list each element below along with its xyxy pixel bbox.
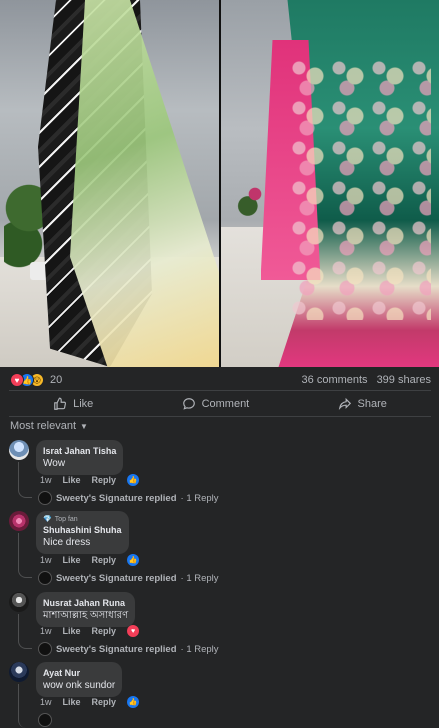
comment-meta: 1w Like Reply 👍 bbox=[40, 554, 140, 566]
reaction-icons[interactable]: ♥ 👍 😮 bbox=[10, 373, 44, 387]
share-label: Share bbox=[357, 398, 387, 410]
comment-sort-dropdown[interactable]: Most relevant ▼ bbox=[10, 420, 88, 432]
comment-reply-button[interactable]: Reply bbox=[92, 697, 117, 707]
avatar bbox=[38, 491, 52, 505]
comment-bubble: Ayat Nur wow onk sundor bbox=[36, 662, 123, 697]
comment-icon bbox=[182, 398, 195, 410]
love-reaction-icon: ♥ bbox=[10, 373, 24, 387]
commenter-name[interactable]: Nusrat Jahan Runa bbox=[43, 597, 128, 609]
comment-bubble: Nusrat Jahan Runa মাশাআল্লাহ অসাধারণ bbox=[36, 592, 136, 627]
comment-time[interactable]: 1w bbox=[40, 626, 52, 636]
post-photo-1[interactable] bbox=[0, 0, 219, 367]
comment-reply-button[interactable]: Reply bbox=[92, 555, 117, 565]
comment-reply-button[interactable]: Reply bbox=[92, 475, 117, 485]
avatar bbox=[38, 571, 52, 585]
comment-like-button[interactable]: Like bbox=[63, 626, 81, 636]
reply-thread-line bbox=[18, 614, 32, 649]
comment-meta: 1w Like Reply 👍 bbox=[40, 696, 140, 708]
comment-label: Comment bbox=[201, 398, 250, 410]
comment-meta: 1w Like Reply 👍 bbox=[40, 474, 140, 486]
comment-meta: 1w Like Reply ♥ bbox=[40, 625, 140, 637]
diamond-icon: 💎 bbox=[43, 516, 52, 523]
comment-text: Wow bbox=[43, 458, 66, 469]
shares-count[interactable]: 399 shares bbox=[377, 374, 431, 386]
reply-count: · 1 Reply bbox=[180, 643, 219, 655]
comment-like-button[interactable]: Like bbox=[63, 555, 81, 565]
reply-count: · 1 Reply bbox=[180, 492, 219, 504]
avatar[interactable] bbox=[9, 511, 29, 531]
commenter-name[interactable]: Israt Jahan Tisha bbox=[43, 445, 116, 457]
reply-thread-line bbox=[18, 533, 32, 578]
avatar bbox=[38, 713, 52, 727]
like-label: Like bbox=[73, 398, 94, 410]
comment-button[interactable]: Comment bbox=[182, 397, 250, 411]
comment-text: মাশাআল্লাহ অসাধারণ bbox=[43, 610, 129, 621]
post-actions: Like Comment Share bbox=[9, 394, 431, 414]
reply-thread-line bbox=[18, 684, 32, 728]
like-reaction-icon[interactable]: 👍 bbox=[127, 696, 140, 708]
chevron-down-icon: ▼ bbox=[80, 421, 88, 431]
divider bbox=[9, 390, 431, 391]
view-replies-link[interactable]: Sweety's Signature replied · 1 Reply bbox=[38, 571, 219, 585]
avatar[interactable] bbox=[9, 592, 29, 612]
comment-text: wow onk sundor bbox=[43, 680, 116, 691]
comment-bubble: Israt Jahan Tisha Wow bbox=[36, 440, 124, 475]
reply-author: Sweety's Signature replied bbox=[56, 492, 177, 504]
comment-like-button[interactable]: Like bbox=[63, 697, 81, 707]
post-photo-2[interactable] bbox=[220, 0, 439, 367]
comment-bubble: 💎 Top fan Shuhashini Shuha Nice dress bbox=[36, 511, 129, 554]
like-reaction-icon[interactable]: 👍 bbox=[127, 554, 140, 566]
comments-count[interactable]: 36 comments bbox=[302, 374, 368, 386]
post-stats: ♥ 👍 😮 20 36 comments 399 shares bbox=[10, 372, 431, 388]
sort-label: Most relevant bbox=[10, 420, 77, 432]
comment-time[interactable]: 1w bbox=[40, 555, 52, 565]
top-fan-badge: 💎 Top fan bbox=[43, 516, 78, 523]
reply-count: · 1 Reply bbox=[180, 572, 219, 584]
reply-thread-line bbox=[18, 462, 32, 498]
share-icon bbox=[338, 397, 351, 411]
avatar[interactable] bbox=[9, 440, 29, 460]
reply-author: Sweety's Signature replied bbox=[56, 572, 177, 584]
avatar bbox=[38, 642, 52, 656]
comment-time[interactable]: 1w bbox=[40, 475, 52, 485]
like-reaction-icon[interactable]: 👍 bbox=[127, 474, 140, 486]
love-reaction-icon[interactable]: ♥ bbox=[127, 625, 140, 637]
reply-author: Sweety's Signature replied bbox=[56, 643, 177, 655]
thumbs-up-icon bbox=[54, 397, 67, 410]
comment-text: Nice dress bbox=[43, 537, 91, 548]
commenter-name[interactable]: Ayat Nur bbox=[43, 667, 115, 679]
commenter-name[interactable]: Shuhashini Shuha bbox=[43, 524, 122, 536]
facebook-post: ♥ 👍 😮 20 36 comments 399 shares Like Com… bbox=[0, 0, 439, 728]
share-button[interactable]: Share bbox=[338, 397, 387, 411]
comment-reply-button[interactable]: Reply bbox=[92, 626, 117, 636]
comment-time[interactable]: 1w bbox=[40, 697, 52, 707]
divider bbox=[9, 416, 431, 417]
reaction-count[interactable]: 20 bbox=[50, 374, 62, 386]
comment-like-button[interactable]: Like bbox=[63, 475, 81, 485]
view-replies-link[interactable]: Sweety's Signature replied · 1 Reply bbox=[38, 491, 219, 505]
like-button[interactable]: Like bbox=[53, 397, 93, 411]
photo-grid bbox=[0, 0, 439, 367]
avatar[interactable] bbox=[9, 662, 29, 682]
view-replies-link[interactable]: Sweety's Signature replied · 1 Reply bbox=[38, 642, 219, 656]
